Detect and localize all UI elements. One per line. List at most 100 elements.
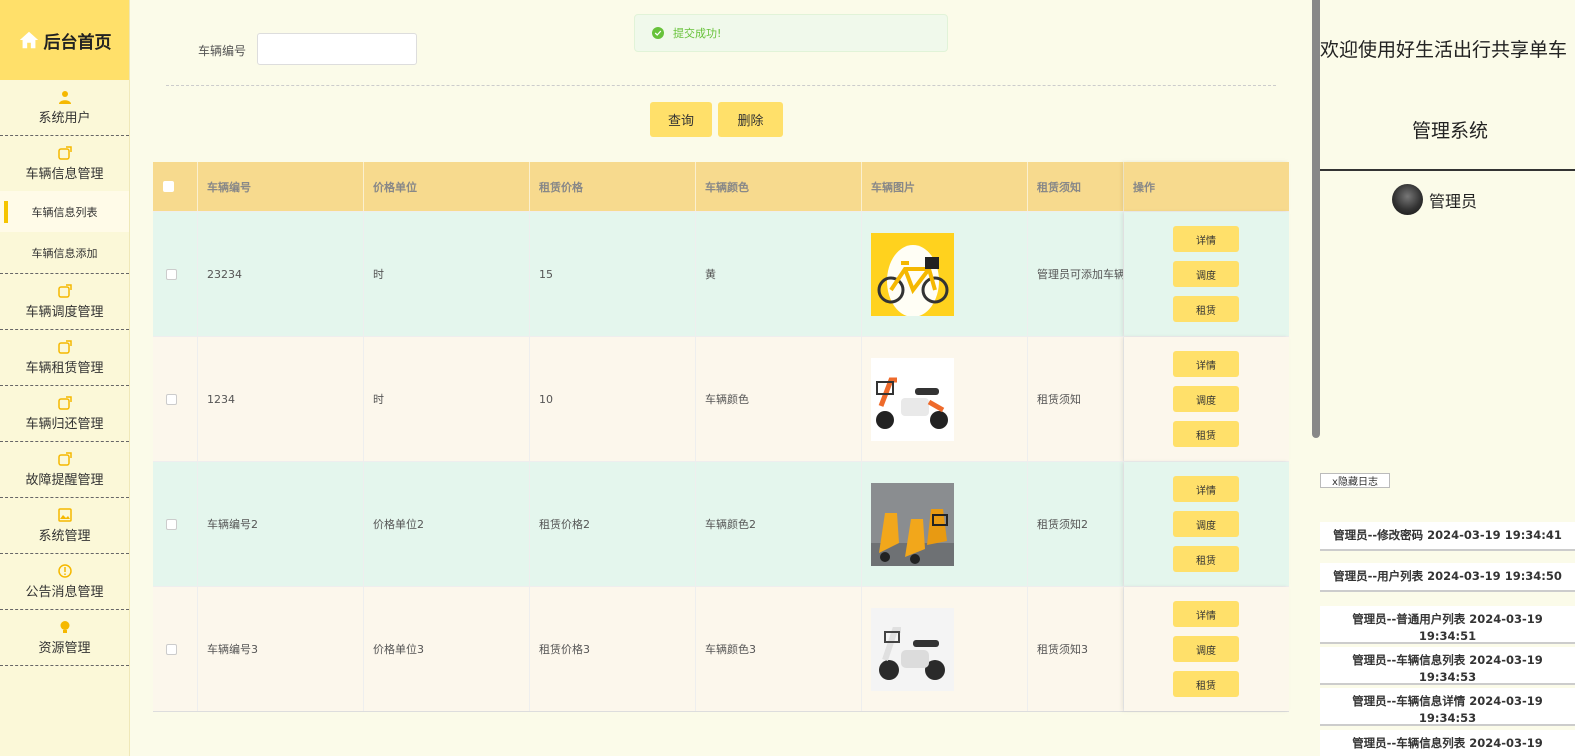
sidebar-item-label: 故障提醒管理 bbox=[25, 472, 104, 488]
row-actions: 详情 调度 租赁 bbox=[1124, 587, 1289, 711]
divider bbox=[166, 85, 1276, 86]
row-checkbox[interactable] bbox=[166, 643, 177, 655]
vehicle-table: 车辆编号 价格单位 租赁价格 车辆颜色 车辆图片 租赁须知 操作 23234 时… bbox=[153, 162, 1289, 712]
detail-button[interactable]: 详情 bbox=[1173, 351, 1239, 377]
divider bbox=[1320, 169, 1575, 171]
table-header: 车辆编号 价格单位 租赁价格 车辆颜色 车辆图片 租赁须知 操作 bbox=[153, 162, 1289, 211]
cell-vehicle-color: 车辆颜色3 bbox=[696, 587, 862, 711]
log-entry: 管理员--车辆信息详情 2024-03-19 19:34:53 bbox=[1320, 688, 1575, 726]
log-text: 管理员--用户列表 2024-03-19 19:34:50 bbox=[1333, 569, 1562, 583]
row-checkbox[interactable] bbox=[166, 393, 177, 405]
header-rent-price[interactable]: 租赁价格 bbox=[530, 162, 696, 211]
dispatch-button[interactable]: 调度 bbox=[1173, 636, 1239, 662]
sidebar-item-announcements[interactable]: 公告消息管理 bbox=[0, 554, 129, 610]
sidebar-subitem-vehicle-add[interactable]: 车辆信息添加 bbox=[0, 232, 129, 274]
bulb-icon bbox=[60, 620, 69, 633]
yellow-bicycle-image bbox=[871, 232, 954, 316]
table-row: 23234 时 15 黄 管理员可添加车辆 详情 调度 租赁 bbox=[153, 211, 1289, 336]
cell-rent-price: 租赁价格3 bbox=[530, 587, 696, 711]
sidebar-item-label: 系统用户 bbox=[38, 110, 91, 126]
check-circle-icon bbox=[652, 27, 664, 39]
header-price-unit[interactable]: 价格单位 bbox=[364, 162, 530, 211]
cell-vehicle-id: 车辆编号3 bbox=[198, 587, 364, 711]
cell-rent-notice: 租赁须知 bbox=[1028, 337, 1124, 461]
log-text: 管理员--车辆信息列表 2024-03-19 bbox=[1352, 736, 1543, 750]
success-toast: 提交成功! bbox=[634, 14, 948, 52]
avatar bbox=[1392, 184, 1423, 215]
header-actions: 操作 bbox=[1124, 162, 1289, 211]
user-info[interactable]: 管理员 bbox=[1392, 184, 1477, 215]
vehicle-id-input[interactable] bbox=[257, 33, 417, 65]
delete-button[interactable]: 删除 bbox=[718, 102, 783, 137]
sidebar-item-return[interactable]: 车辆归还管理 bbox=[0, 386, 129, 442]
sidebar-item-vehicle-info[interactable]: 车辆信息管理 bbox=[0, 136, 129, 191]
edit-icon bbox=[57, 339, 72, 354]
sidebar-item-system-users[interactable]: 系统用户 bbox=[0, 80, 129, 136]
home-link[interactable]: 后台首页 bbox=[0, 0, 129, 80]
cell-price-unit: 价格单位2 bbox=[364, 462, 530, 586]
cell-vehicle-color: 黄 bbox=[696, 212, 862, 336]
dispatch-button[interactable]: 调度 bbox=[1173, 386, 1239, 412]
main-scrollbar[interactable] bbox=[1312, 0, 1320, 438]
header-rent-notice[interactable]: 租赁须知 bbox=[1028, 162, 1124, 211]
rent-button[interactable]: 租赁 bbox=[1173, 671, 1239, 697]
header-vehicle-color[interactable]: 车辆颜色 bbox=[696, 162, 862, 211]
sidebar-item-label: 公告消息管理 bbox=[25, 584, 104, 600]
select-all-checkbox[interactable] bbox=[163, 181, 174, 192]
hide-log-button[interactable]: x隐藏日志 bbox=[1320, 473, 1390, 488]
white-ebike-image bbox=[871, 607, 954, 691]
rent-button[interactable]: 租赁 bbox=[1173, 296, 1239, 322]
log-entry: 管理员--用户列表 2024-03-19 19:34:50 bbox=[1320, 563, 1575, 592]
row-actions: 详情 调度 租赁 bbox=[1124, 337, 1289, 461]
detail-button[interactable]: 详情 bbox=[1173, 226, 1239, 252]
detail-button[interactable]: 详情 bbox=[1173, 476, 1239, 502]
orange-white-ebike-image bbox=[871, 357, 954, 441]
row-checkbox[interactable] bbox=[166, 268, 177, 280]
edit-icon bbox=[57, 145, 72, 160]
cell-rent-notice: 租赁须知3 bbox=[1028, 587, 1124, 711]
sidebar-item-rental[interactable]: 车辆租赁管理 bbox=[0, 330, 129, 386]
search-label: 车辆编号 bbox=[198, 44, 247, 58]
query-button[interactable]: 查询 bbox=[650, 102, 712, 137]
edit-icon bbox=[57, 451, 72, 466]
cell-vehicle-image bbox=[862, 462, 1028, 586]
detail-button[interactable]: 详情 bbox=[1173, 601, 1239, 627]
log-time: 19:34:53 bbox=[1418, 711, 1477, 725]
picture-icon bbox=[57, 507, 72, 522]
rent-button[interactable]: 租赁 bbox=[1173, 546, 1239, 572]
cell-price-unit: 时 bbox=[364, 337, 530, 461]
row-select-cell bbox=[153, 587, 198, 711]
log-entry: 管理员--普通用户列表 2024-03-19 19:34:51 bbox=[1320, 606, 1575, 644]
dispatch-button[interactable]: 调度 bbox=[1173, 261, 1239, 287]
sidebar-item-fault-alert[interactable]: 故障提醒管理 bbox=[0, 442, 129, 498]
sidebar-item-system-manage[interactable]: 系统管理 bbox=[0, 498, 129, 554]
cell-rent-price: 租赁价格2 bbox=[530, 462, 696, 586]
sidebar-item-label: 车辆归还管理 bbox=[25, 416, 104, 432]
dispatch-button[interactable]: 调度 bbox=[1173, 511, 1239, 537]
sidebar-item-dispatch[interactable]: 车辆调度管理 bbox=[0, 274, 129, 330]
main-content: 车辆编号 提交成功! 查询 删除 车辆编号 价格单位 租赁价格 车辆颜色 车辆图… bbox=[130, 0, 1312, 756]
log-entry: 管理员--修改密码 2024-03-19 19:34:41 bbox=[1320, 522, 1575, 551]
row-select-cell bbox=[153, 337, 198, 461]
cell-vehicle-id: 车辆编号2 bbox=[198, 462, 364, 586]
header-vehicle-image[interactable]: 车辆图片 bbox=[862, 162, 1028, 211]
sidebar-item-resources[interactable]: 资源管理 bbox=[0, 610, 129, 666]
header-vehicle-id[interactable]: 车辆编号 bbox=[198, 162, 364, 211]
row-select-cell bbox=[153, 212, 198, 336]
cell-rent-price: 15 bbox=[530, 212, 696, 336]
table-row: 车辆编号2 价格单位2 租赁价格2 车辆颜色2 租赁须知2 详情 调度 租赁 bbox=[153, 461, 1289, 586]
sidebar-item-label: 车辆租赁管理 bbox=[25, 360, 104, 376]
system-name: 管理系统 bbox=[1411, 120, 1488, 142]
brand-label: 后台首页 bbox=[43, 32, 112, 53]
log-entry: 管理员--车辆信息列表 2024-03-19 19:34:53 bbox=[1320, 647, 1575, 685]
table-row: 1234 时 10 车辆颜色 租赁须知 详情 调度 租赁 bbox=[153, 336, 1289, 461]
cell-vehicle-id: 1234 bbox=[198, 337, 364, 461]
sidebar-item-label: 资源管理 bbox=[38, 640, 91, 656]
edit-icon bbox=[57, 283, 72, 298]
cell-vehicle-image bbox=[862, 587, 1028, 711]
rent-button[interactable]: 租赁 bbox=[1173, 421, 1239, 447]
sidebar-subitem-vehicle-list[interactable]: 车辆信息列表 bbox=[0, 191, 129, 232]
right-panel: 欢迎使用好生活出行共享单车 管理系统 管理员 x隐藏日志 管理员--修改密码 2… bbox=[1320, 0, 1575, 756]
sidebar-item-label: 车辆调度管理 bbox=[25, 304, 104, 320]
row-checkbox[interactable] bbox=[166, 518, 177, 530]
